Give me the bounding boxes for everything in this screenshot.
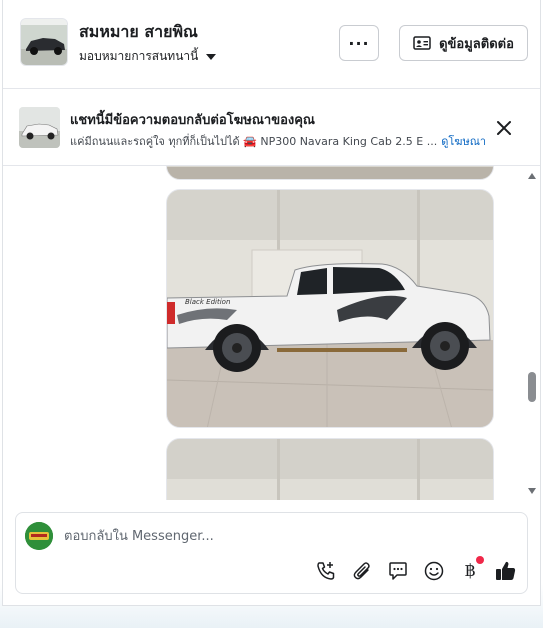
more-options-button[interactable]: ··· — [339, 25, 379, 61]
reply-input[interactable] — [64, 525, 504, 547]
conversation-header: สมหมาย สายพิณ มอบหมายการสนทนานี้ ··· ดูข… — [3, 0, 540, 89]
close-banner-button[interactable] — [493, 117, 515, 139]
like-button[interactable] — [494, 559, 518, 583]
call-button[interactable] — [314, 559, 338, 583]
assign-conversation-dropdown[interactable]: มอบหมายการสนทนานี้ — [79, 47, 217, 66]
phone-plus-icon — [317, 562, 335, 580]
assign-label: มอบหมายการสนทนานี้ — [79, 49, 199, 63]
reply-composer: ฿ — [15, 512, 528, 594]
contact-name: สมหมาย สายพิณ — [79, 22, 198, 41]
scroll-up-arrow-icon[interactable] — [528, 173, 536, 179]
scrollbar-thumb[interactable] — [528, 372, 536, 402]
view-contact-label: ดูข้อมูลติดต่อ — [439, 36, 514, 52]
close-icon — [497, 121, 511, 135]
page-avatar — [25, 522, 53, 550]
message-photo[interactable] — [166, 438, 494, 500]
saved-replies-button[interactable] — [386, 559, 410, 583]
ad-banner-title: แชทนี้มีข้อความตอบกลับต่อโฆษณาของคุณ — [70, 113, 315, 128]
ad-banner-subtitle-row: แค่มีถนนและรถคู่ใจ ทุกที่ก็เป็นไปได้ 🚘 N… — [70, 132, 486, 150]
scroll-down-arrow-icon[interactable] — [528, 488, 536, 494]
conversation-panel: สมหมาย สายพิณ มอบหมายการสนทนานี้ ··· ดูข… — [2, 0, 541, 606]
emoji-button[interactable] — [422, 559, 446, 583]
message-photo[interactable] — [166, 166, 494, 180]
notification-dot — [476, 556, 484, 564]
ellipsis-icon: ··· — [348, 33, 370, 53]
contact-card-icon — [413, 36, 431, 50]
attach-button[interactable] — [350, 559, 374, 583]
view-contact-button[interactable]: ดูข้อมูลติดต่อ — [399, 25, 528, 61]
ad-banner-subtitle: แค่มีถนนและรถคู่ใจ ทุกที่ก็เป็นไปได้ 🚘 N… — [70, 135, 438, 148]
payment-button[interactable]: ฿ — [458, 556, 484, 583]
message-list: Black Edition — [3, 166, 542, 500]
message-photo-truck[interactable]: Black Edition — [166, 189, 494, 428]
composer-toolbar: ฿ — [314, 556, 518, 583]
caret-down-icon — [206, 53, 217, 60]
ad-thumbnail[interactable] — [19, 107, 60, 148]
smiley-icon — [424, 561, 444, 581]
chat-bubble-icon — [389, 562, 407, 580]
thumbs-up-icon — [496, 561, 516, 580]
view-ad-link[interactable]: ดูโฆษณา — [441, 132, 486, 150]
contact-avatar[interactable] — [20, 18, 68, 66]
baht-icon: ฿ — [464, 561, 476, 581]
truck-decal-text: Black Edition — [185, 298, 230, 306]
paperclip-icon — [353, 562, 370, 580]
message-scrollbar[interactable] — [525, 166, 539, 500]
ad-reply-banner: แชทนี้มีข้อความตอบกลับต่อโฆษณาของคุณ แค่… — [3, 89, 540, 166]
